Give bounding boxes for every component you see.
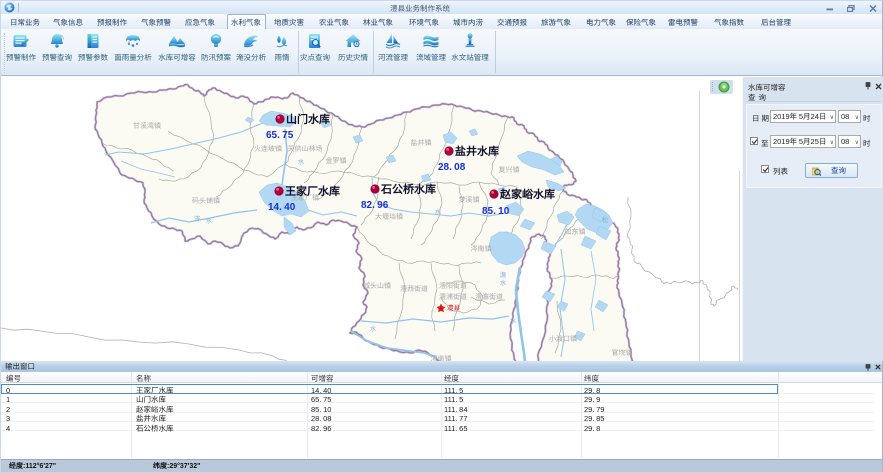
svg-text:水: 水	[510, 315, 517, 325]
svg-text:如东镇: 如东镇	[565, 227, 586, 237]
svg-text:石公桥水库: 石公桥水库	[380, 181, 436, 197]
svg-text:官垸镇: 官垸镇	[612, 348, 633, 358]
svg-text:水: 水	[370, 323, 377, 333]
svg-text:澧县: 澧县	[447, 302, 461, 312]
svg-text:澹: 澹	[500, 269, 507, 279]
svg-text:大堰垱镇: 大堰垱镇	[375, 212, 403, 222]
svg-text:城头山镇: 城头山镇	[363, 281, 391, 291]
svg-text:复兴镇: 复兴镇	[499, 165, 520, 175]
svg-text:65. 75: 65. 75	[266, 126, 294, 141]
svg-text:澧阳街道: 澧阳街道	[439, 281, 467, 291]
svg-text:澧南镇: 澧南镇	[431, 354, 452, 361]
svg-text:14. 40: 14. 40	[268, 198, 296, 213]
svg-text:松: 松	[602, 214, 609, 224]
svg-text:水: 水	[206, 215, 213, 225]
svg-text:甘溪湾镇: 甘溪湾镇	[133, 121, 161, 131]
svg-text:火连坡镇: 火连坡镇	[254, 144, 282, 154]
svg-text:水: 水	[435, 206, 442, 216]
svg-text:山门水库: 山门水库	[286, 111, 330, 127]
svg-text:码头铺镇: 码头铺镇	[192, 196, 220, 206]
svg-text:82. 96: 82. 96	[361, 196, 389, 211]
svg-text:盐井镇: 盐井镇	[411, 138, 432, 148]
svg-text:澧西街道: 澧西街道	[400, 284, 428, 294]
svg-text:盐井水库: 盐井水库	[455, 143, 499, 159]
svg-text:梦溪镇: 梦溪镇	[459, 195, 480, 205]
svg-text:赵家峪水库: 赵家峪水库	[499, 186, 555, 202]
svg-text:涔南镇: 涔南镇	[471, 244, 492, 254]
svg-text:王家厂水库: 王家厂水库	[285, 183, 340, 199]
svg-text:小渡口镇: 小渡口镇	[549, 334, 577, 344]
svg-text:水: 水	[298, 156, 305, 166]
svg-text:28. 08: 28. 08	[438, 158, 466, 173]
svg-text:澧澹街道: 澧澹街道	[475, 292, 503, 302]
svg-text:涔: 涔	[194, 213, 201, 223]
svg-text:金罗镇: 金罗镇	[326, 156, 347, 166]
svg-text:天供山林场: 天供山林场	[288, 144, 323, 154]
svg-text:85. 10: 85. 10	[482, 202, 510, 217]
svg-text:澧浦街道: 澧浦街道	[439, 292, 467, 302]
